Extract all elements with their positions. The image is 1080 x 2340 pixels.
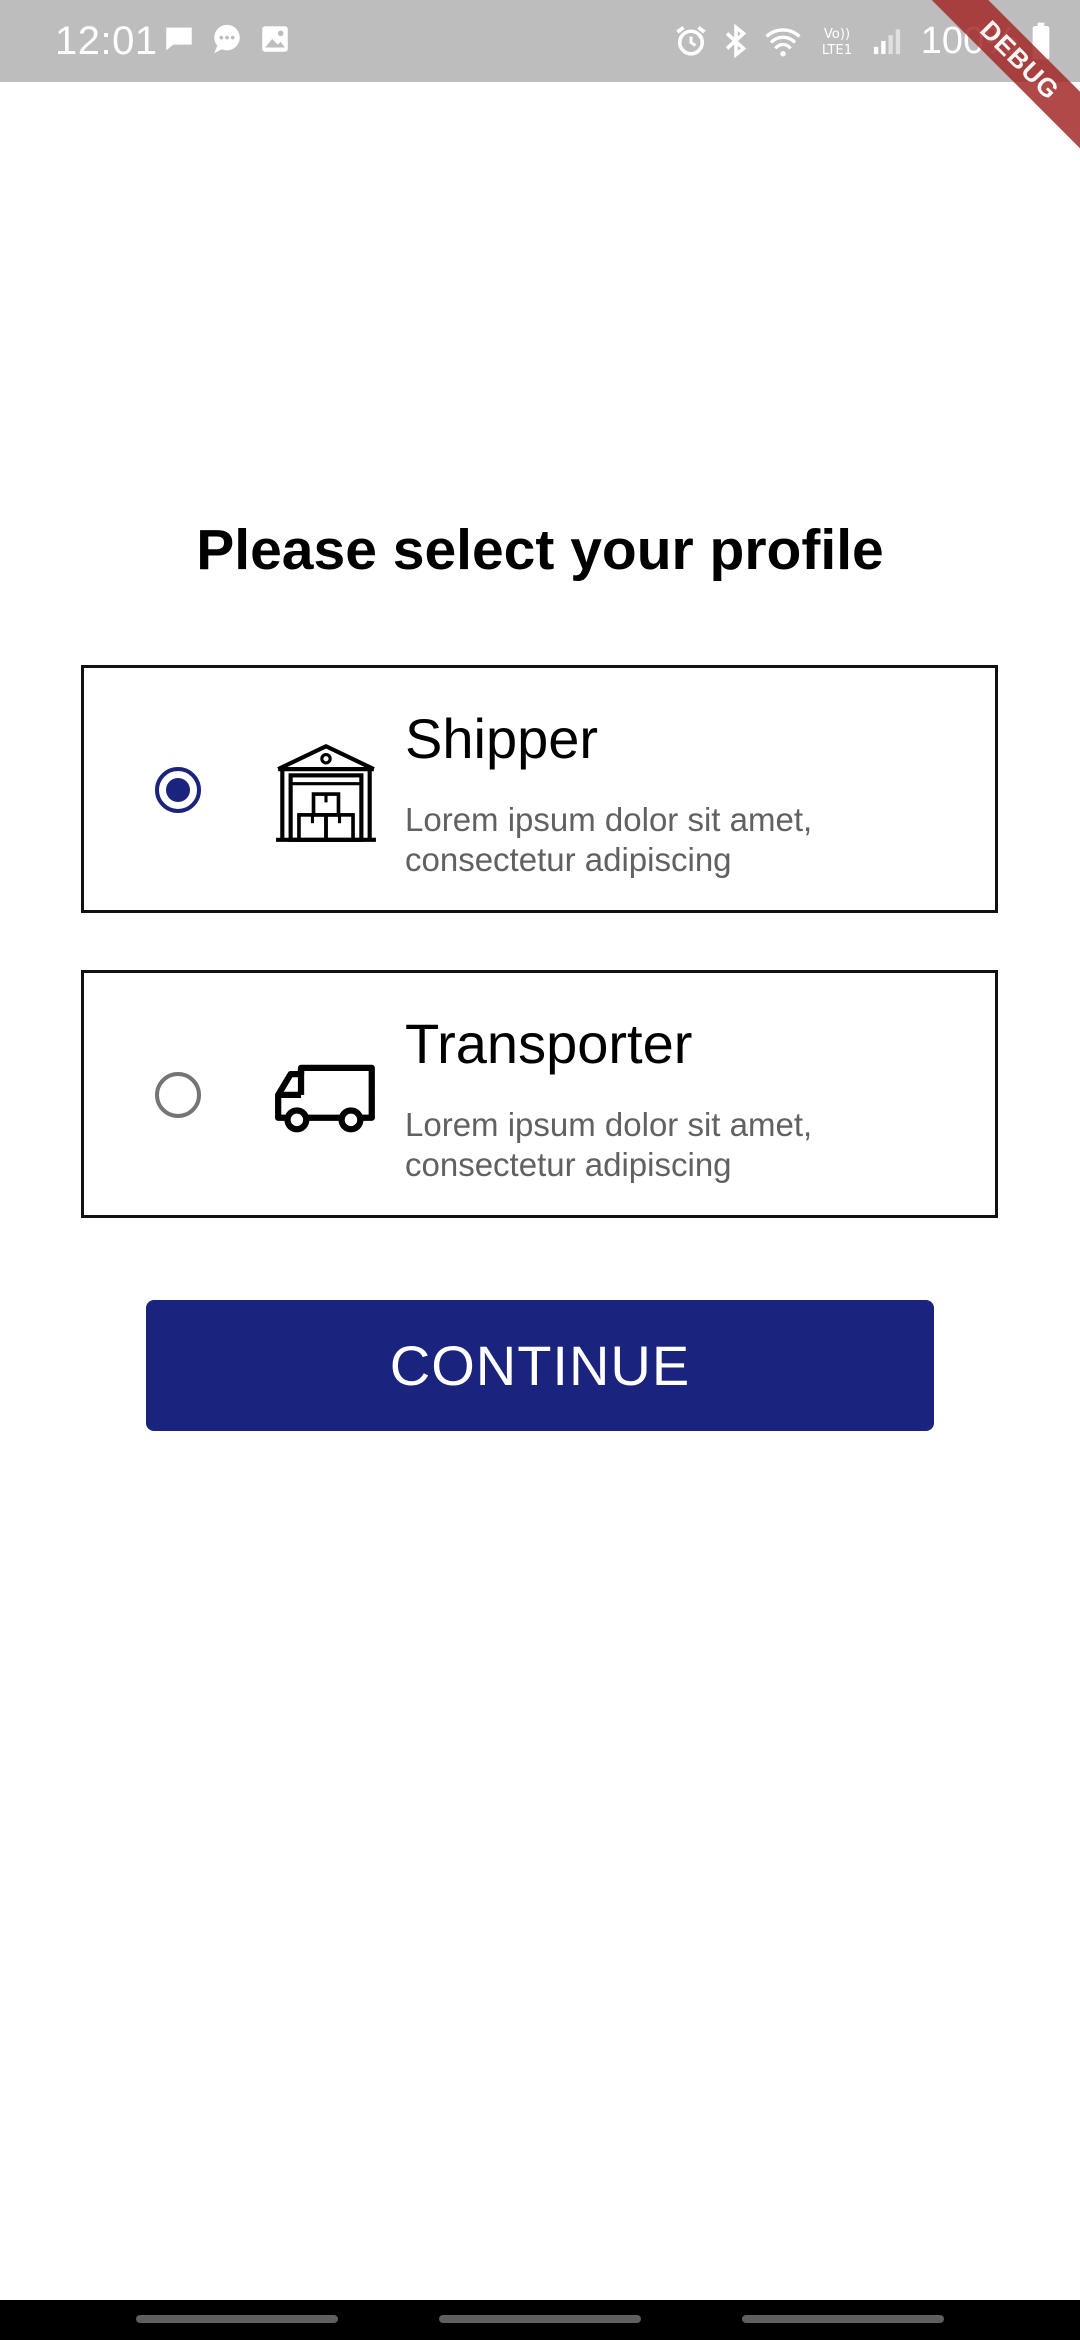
option-description-transporter: Lorem ipsum dolor sit amet, consectetur … — [405, 1106, 813, 1183]
signal-icon — [871, 23, 903, 59]
radio-button-transporter[interactable] — [155, 1072, 201, 1118]
continue-button[interactable]: CONTINUE — [146, 1300, 934, 1431]
warehouse-icon — [274, 740, 378, 844]
notification-icons — [162, 22, 292, 56]
nav-home-handle[interactable] — [439, 2315, 641, 2323]
image-icon — [258, 22, 292, 56]
volte-lte-icon: Vo)) LTE1 — [815, 23, 859, 59]
profile-option-shipper[interactable]: Shipper Lorem ipsum dolor sit amet, cons… — [81, 665, 998, 913]
radio-button-shipper[interactable] — [155, 767, 201, 813]
option-title-shipper: Shipper — [405, 707, 599, 770]
status-bar: 12:01 Vo)) LTE1 100% — [0, 0, 1080, 82]
option-description-shipper: Lorem ipsum dolor sit amet, consectetur … — [405, 801, 813, 878]
svg-text:LTE1: LTE1 — [822, 43, 852, 58]
truck-icon — [274, 1045, 378, 1149]
option-title-transporter: Transporter — [405, 1012, 693, 1075]
wifi-icon — [763, 23, 803, 59]
svg-text:Vo)): Vo)) — [824, 27, 850, 42]
nav-recents-handle[interactable] — [136, 2315, 338, 2323]
message-icon — [162, 22, 196, 56]
bluetooth-icon — [721, 23, 751, 59]
page-title: Please select your profile — [196, 518, 884, 582]
chat-bubble-icon — [210, 22, 244, 56]
profile-option-transporter[interactable]: Transporter Lorem ipsum dolor sit amet, … — [81, 970, 998, 1218]
alarm-icon — [673, 23, 709, 59]
status-time: 12:01 — [55, 19, 158, 63]
navigation-bar — [0, 2300, 1080, 2340]
nav-back-handle[interactable] — [742, 2315, 944, 2323]
